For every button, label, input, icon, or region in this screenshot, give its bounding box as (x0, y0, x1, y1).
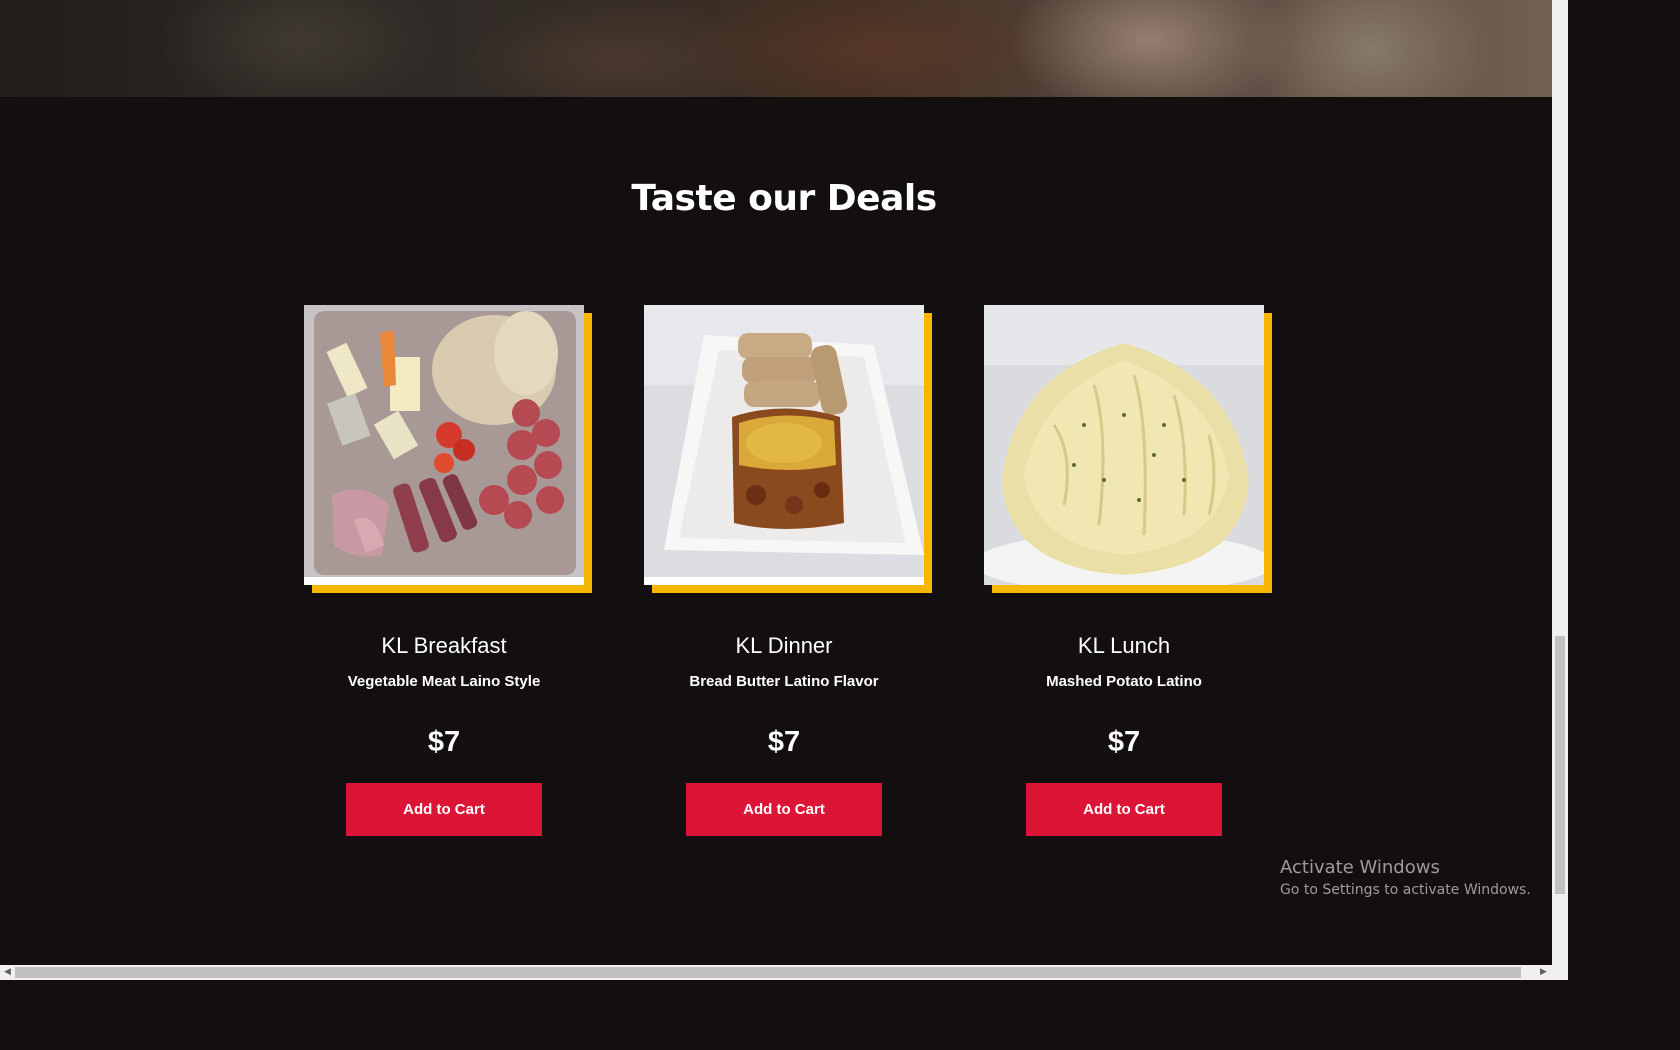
section-title: Taste our Deals (631, 178, 937, 219)
add-to-cart-button[interactable]: Add to Cart (346, 783, 542, 836)
deal-photo-frame (304, 305, 592, 593)
hero-banner-image (0, 0, 1552, 97)
deal-description: Vegetable Meat Laino Style (347, 673, 541, 690)
scroll-right-arrow-icon[interactable]: ▶ (1540, 967, 1547, 977)
activate-windows-watermark: Activate Windows Go to Settings to activ… (1280, 857, 1531, 898)
activate-windows-subtitle: Go to Settings to activate Windows. (1280, 882, 1531, 898)
deal-description: Bread Butter Latino Flavor (689, 673, 879, 690)
deal-card-dinner: KL Dinner Bread Butter Latino Flavor $7 … (644, 305, 934, 836)
deal-price: $7 (767, 726, 801, 758)
deal-photo-frame (644, 305, 932, 593)
deal-price: $7 (427, 726, 461, 758)
scroll-left-arrow-icon[interactable]: ◀ (4, 967, 11, 977)
deal-description: Mashed Potato Latino (1046, 673, 1202, 690)
add-to-cart-button[interactable]: Add to Cart (686, 783, 882, 836)
deal-card-breakfast: KL Breakfast Vegetable Meat Laino Style … (304, 305, 594, 836)
deal-name: KL Lunch (1077, 633, 1171, 658)
bread-plate-photo (644, 305, 924, 585)
horizontal-scrollbar-thumb[interactable] (15, 967, 1521, 978)
add-to-cart-button[interactable]: Add to Cart (1026, 783, 1222, 836)
deal-photo-frame (984, 305, 1272, 593)
deal-card-lunch: KL Lunch Mashed Potato Latino $7 Add to … (984, 305, 1274, 836)
deal-price: $7 (1107, 726, 1141, 758)
activate-windows-title: Activate Windows (1280, 857, 1440, 878)
vertical-scrollbar-thumb[interactable] (1555, 636, 1565, 894)
mashed-potato-photo (984, 305, 1264, 585)
charcuterie-board-photo (304, 305, 584, 585)
deal-name: KL Dinner (735, 633, 833, 658)
deal-name: KL Breakfast (381, 633, 507, 658)
